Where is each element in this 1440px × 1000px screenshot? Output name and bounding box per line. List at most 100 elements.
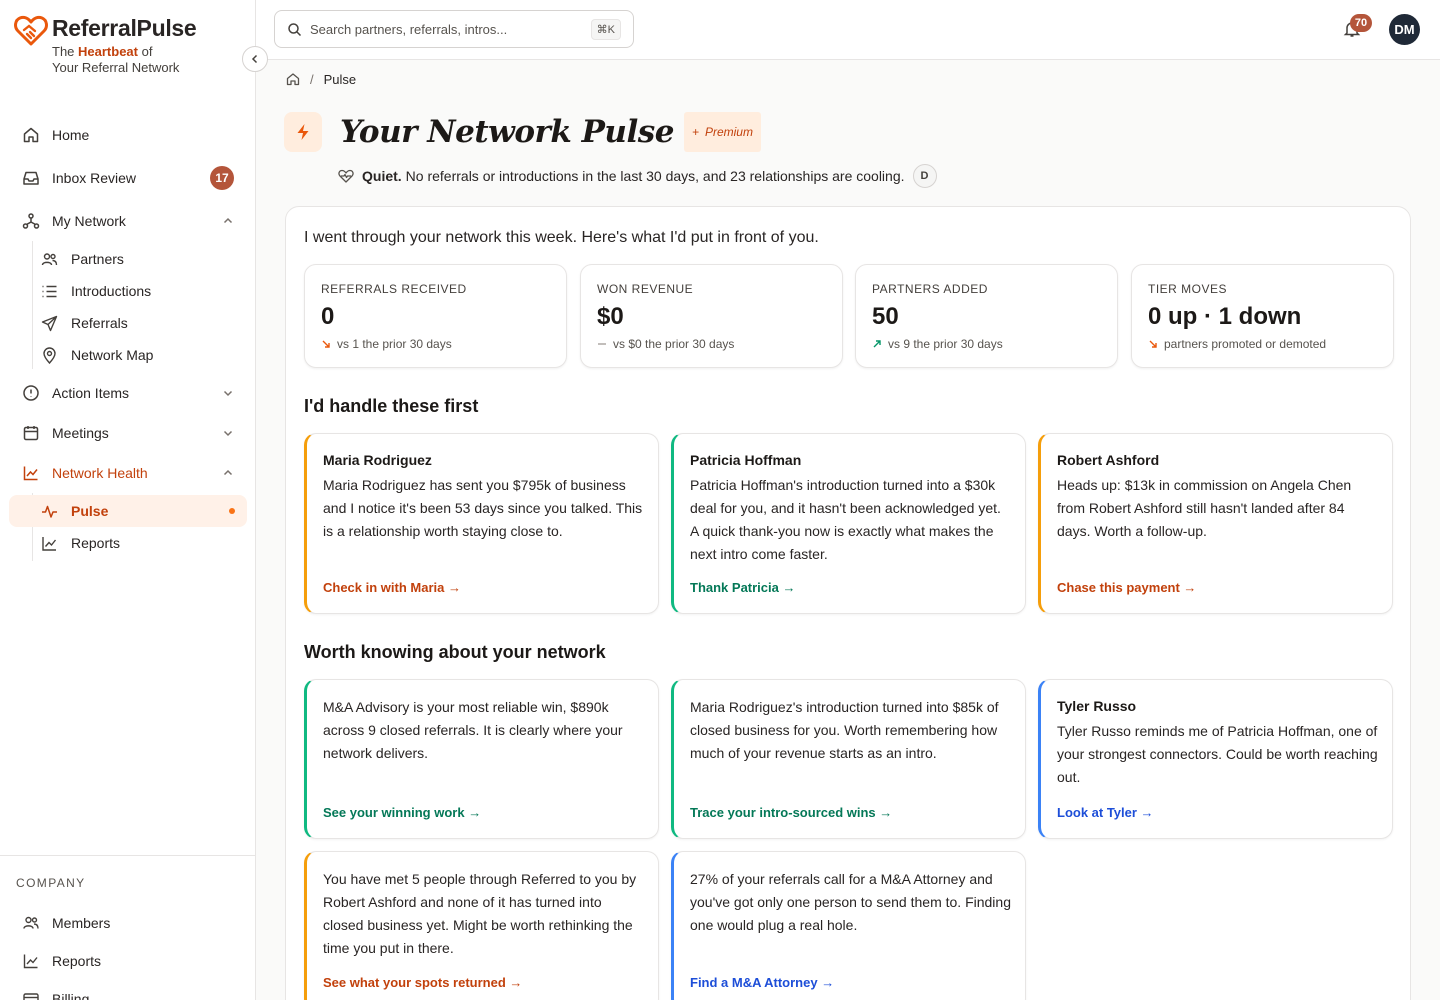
sidebar-item-home[interactable]: Home: [8, 115, 248, 155]
line-chart-icon: [42, 536, 57, 551]
pulse-panel: I went through your network this week. H…: [285, 206, 1411, 1000]
sidebar-item-action-items[interactable]: Action Items: [8, 373, 248, 413]
sidebar-item-company-reports[interactable]: Reports: [8, 942, 255, 980]
sidebar-item-label: Meetings: [52, 425, 109, 441]
sidebar: ReferralPulse The Heartbeat of Your Refe…: [0, 0, 256, 1000]
stat-value: $0: [597, 303, 624, 330]
stat-label: WON REVENUE: [597, 282, 694, 296]
trend-flat-icon: [598, 343, 606, 345]
priority-card-robert[interactable]: Robert Ashford Heads up: $13k in commiss…: [1038, 433, 1393, 614]
brand-tagline: The Heartbeat of Your Referral Network: [52, 44, 179, 76]
sidebar-item-label: Reports: [52, 953, 102, 969]
sidebar-item-network-health[interactable]: Network Health: [8, 453, 248, 493]
users-icon: [23, 916, 39, 929]
sidebar-item-label: Partners: [71, 251, 124, 267]
users-icon: [41, 252, 58, 265]
stat-card-won-revenue: WON REVENUE $0 vs $0 the prior 30 days: [580, 264, 843, 368]
heart-handshake-logo-icon: [14, 15, 48, 46]
insight-card-attorney[interactable]: 27% of your referrals call for a M&A Att…: [671, 851, 1026, 1000]
stat-label: PARTNERS ADDED: [872, 282, 988, 296]
sidebar-item-billing[interactable]: Billing: [8, 980, 255, 1000]
sidebar-item-pulse[interactable]: Pulse: [9, 495, 247, 527]
chevron-up-icon: [223, 469, 233, 476]
tagline-suffix: of: [137, 44, 153, 59]
sidebar-item-members[interactable]: Members: [8, 904, 255, 942]
card-name: Patricia Hoffman: [690, 452, 802, 468]
premium-label: Premium: [704, 125, 753, 139]
network-health-submenu: Pulse Reports: [9, 493, 248, 561]
card-body: Patricia Hoffman's introduction turned i…: [690, 477, 1001, 562]
status-chip[interactable]: D: [912, 164, 937, 188]
line-chart-icon: [23, 954, 38, 969]
breadcrumb-current: Pulse: [323, 71, 357, 87]
see-spots-returned-link[interactable]: See what your spots returned →: [323, 975, 522, 990]
trend-down-icon: [1149, 340, 1157, 348]
insight-card-intro-wins[interactable]: Maria Rodriguez's introduction turned in…: [671, 679, 1026, 839]
topbar: ⌘K 70 DM: [256, 0, 1440, 60]
thank-patricia-link[interactable]: Thank Patricia →: [690, 580, 795, 595]
sidebar-item-partners[interactable]: Partners: [33, 243, 248, 275]
priority-card-patricia[interactable]: Patricia Hoffman Patricia Hoffman's intr…: [671, 433, 1026, 614]
card-body: Maria Rodriguez's introduction turned in…: [690, 699, 999, 761]
lightning-icon: [297, 124, 309, 140]
sidebar-item-inbox-review[interactable]: Inbox Review 17: [8, 158, 248, 198]
sidebar-item-label: Billing: [52, 991, 90, 1000]
home-icon[interactable]: [286, 72, 300, 86]
card-name: Robert Ashford: [1057, 452, 1160, 468]
sidebar-nav: Home Inbox Review 17 My Network Partners…: [8, 115, 248, 561]
stat-sub-text: vs $0 the prior 30 days: [613, 337, 735, 351]
see-winning-work-link[interactable]: See your winning work →: [323, 805, 481, 820]
my-network-submenu: Partners Introductions Referrals Network…: [32, 241, 248, 369]
priority-card-maria[interactable]: Maria Rodriguez Maria Rodriguez has sent…: [304, 433, 659, 614]
stat-subtext: vs 9 the prior 30 days: [872, 337, 1003, 351]
sidebar-item-meetings[interactable]: Meetings: [8, 413, 248, 453]
sidebar-item-label: Network Health: [52, 465, 148, 481]
search-icon: [288, 22, 302, 36]
trace-intro-wins-link[interactable]: Trace your intro-sourced wins →: [690, 805, 892, 820]
brand[interactable]: ReferralPulse: [14, 14, 197, 48]
sidebar-item-label: Reports: [71, 535, 121, 551]
sidebar-item-label: Action Items: [52, 385, 130, 401]
check-in-maria-link[interactable]: Check in with Maria →: [323, 580, 461, 595]
chase-payment-link[interactable]: Chase this payment →: [1057, 580, 1196, 595]
page-header: Your Network Pulse + Premium: [284, 112, 761, 152]
stat-card-tier-moves: TIER MOVES 0 up · 1 down partners promot…: [1131, 264, 1394, 368]
insight-card-winning-work[interactable]: M&A Advisory is your most reliable win, …: [304, 679, 659, 839]
sidebar-item-my-network[interactable]: My Network: [8, 201, 248, 241]
look-at-tyler-link[interactable]: Look at Tyler →: [1057, 805, 1154, 820]
card-body: You have met 5 people through Referred t…: [323, 871, 637, 956]
sidebar-item-label: Home: [52, 127, 90, 143]
insight-card-tyler[interactable]: Tyler Russo Tyler Russo reminds me of Pa…: [1038, 679, 1393, 839]
map-pin-icon: [43, 346, 56, 364]
sidebar-item-label: Pulse: [71, 503, 109, 519]
alert-circle-icon: [23, 385, 39, 401]
stat-value: 0: [321, 303, 335, 330]
card-body: 27% of your referrals call for a M&A Att…: [690, 871, 1011, 933]
sidebar-item-network-map[interactable]: Network Map: [33, 339, 248, 371]
user-avatar[interactable]: DM: [1389, 14, 1420, 45]
sidebar-item-label: My Network: [52, 213, 126, 229]
page-title: Your Network Pulse: [340, 114, 674, 150]
company-label: COMPANY: [16, 876, 86, 890]
sidebar-item-label: Members: [52, 915, 111, 931]
section-heading-priority: I'd handle these first: [304, 396, 479, 416]
find-attorney-link[interactable]: Find a M&A Attorney →: [690, 975, 834, 990]
calendar-icon: [23, 426, 39, 441]
sidebar-item-reports[interactable]: Reports: [33, 527, 248, 559]
pulse-icon: [42, 505, 57, 518]
sidebar-item-referrals[interactable]: Referrals: [33, 307, 248, 339]
search-bar[interactable]: ⌘K: [274, 10, 634, 48]
insight-card-spots-returned[interactable]: You have met 5 people through Referred t…: [304, 851, 659, 1000]
list-icon: [42, 285, 57, 297]
notification-count-badge: 70: [1350, 14, 1372, 32]
inbox-count-badge: 17: [210, 166, 234, 190]
tagline-line2: Your Referral Network: [52, 60, 180, 75]
card-name: Maria Rodriguez: [323, 452, 432, 468]
search-input[interactable]: [310, 21, 580, 37]
premium-badge: + Premium: [683, 112, 761, 152]
collapse-sidebar-button[interactable]: [242, 46, 268, 72]
stat-sub-text: vs 1 the prior 30 days: [337, 337, 452, 351]
sidebar-item-introductions[interactable]: Introductions: [33, 275, 248, 307]
trend-up-icon: [873, 340, 881, 348]
card-body: Tyler Russo reminds me of Patricia Hoffm…: [1057, 723, 1378, 785]
